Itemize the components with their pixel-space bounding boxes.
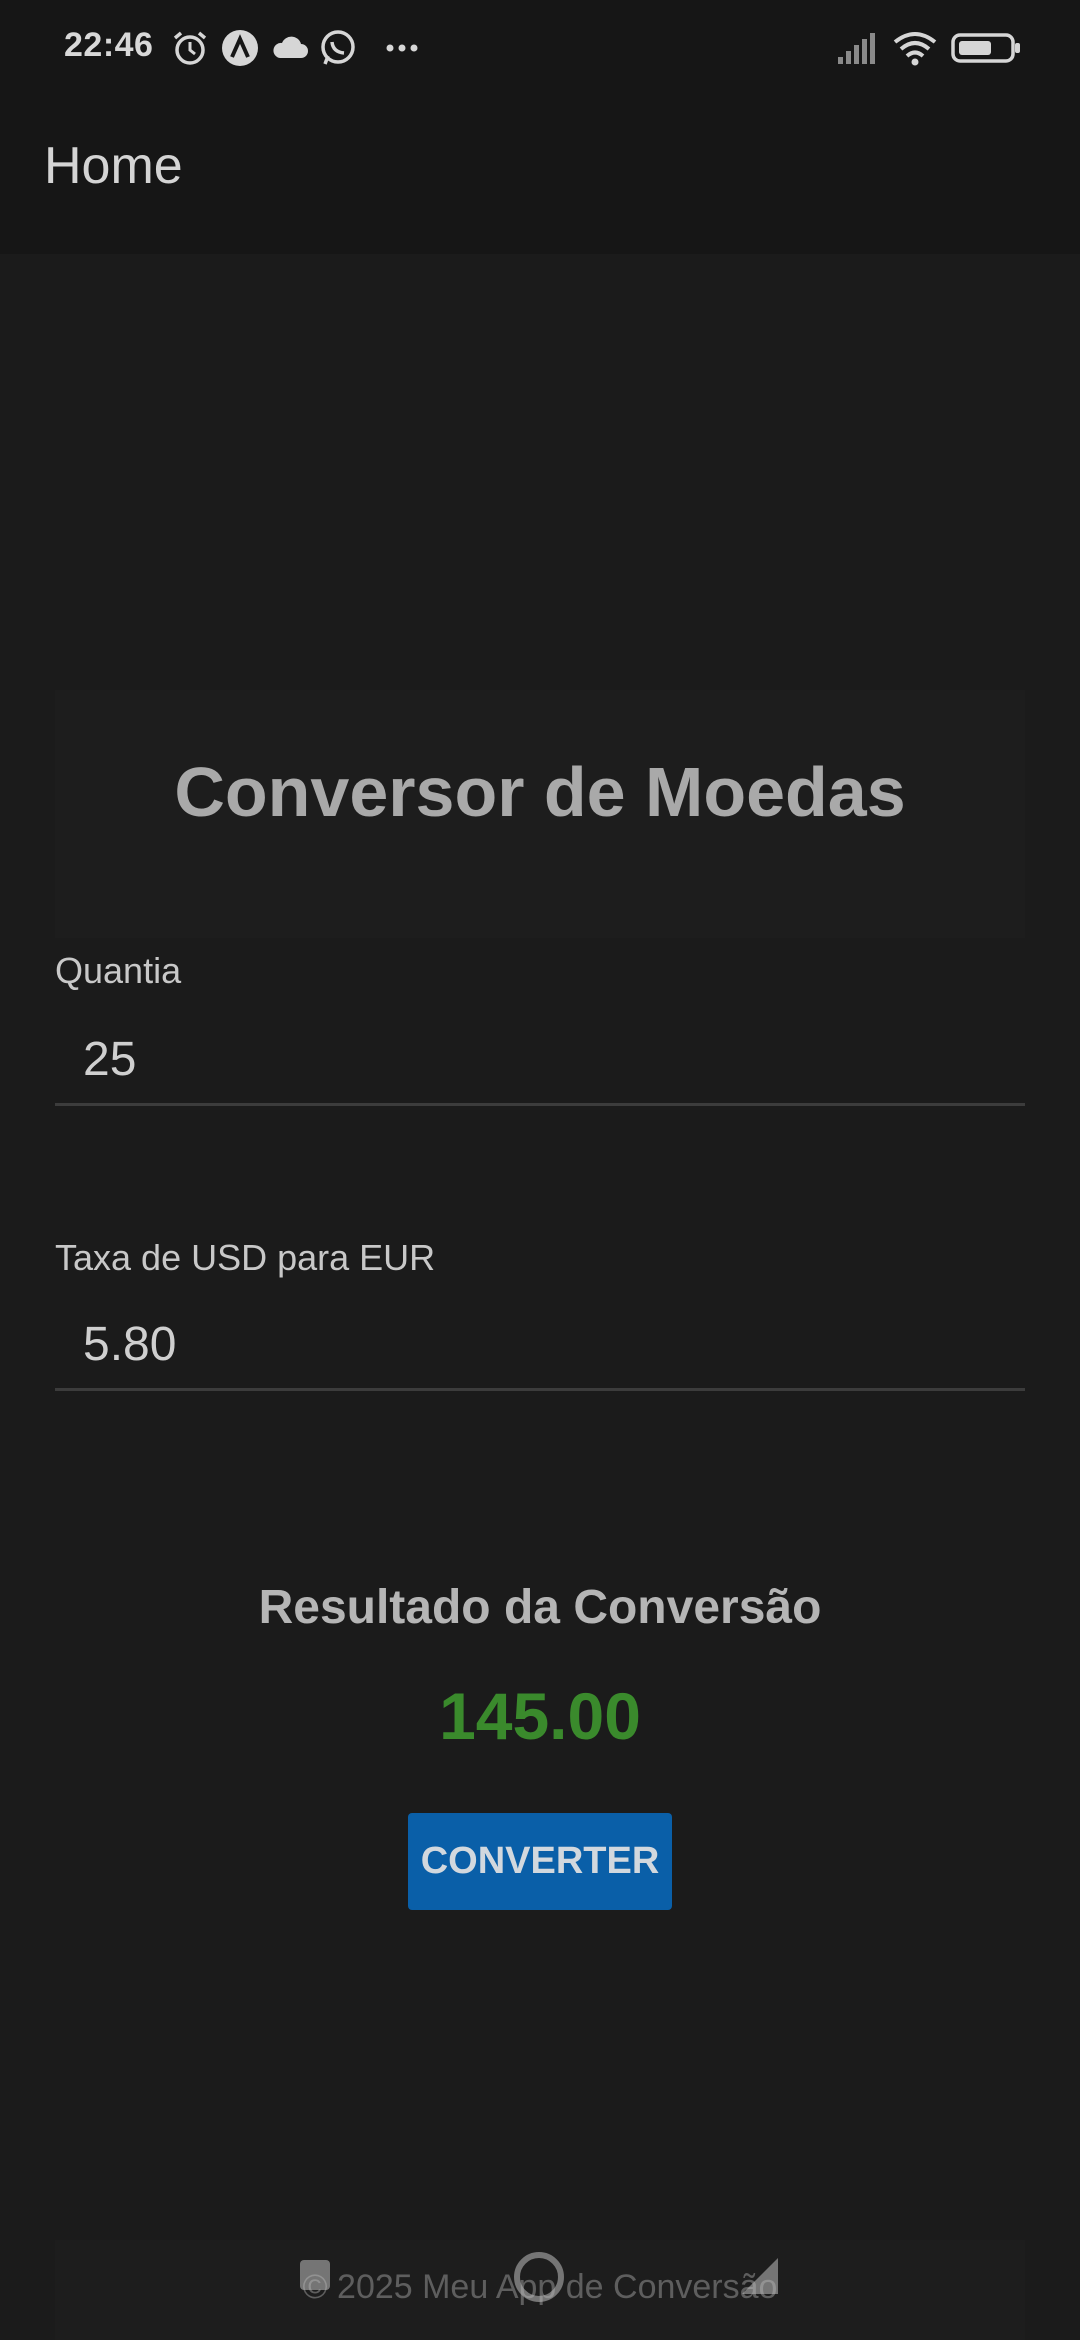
app-screen: 22:46 Home Conversor de Moedas Quantia 2… [0, 0, 1080, 2340]
whatsapp-icon [318, 28, 358, 68]
cloud-icon [270, 28, 310, 68]
app-bar: Home [0, 96, 1080, 254]
home-circle-icon[interactable] [512, 2250, 566, 2304]
more-icon [382, 28, 422, 68]
amount-label: Quantia [55, 950, 182, 991]
page-title: Conversor de Moedas [174, 753, 906, 831]
app-a-icon [220, 28, 260, 68]
rate-label: Taxa de USD para EUR [55, 1237, 436, 1278]
alarm-icon [170, 28, 210, 68]
amount-input[interactable] [55, 1016, 1025, 1106]
status-bar: 22:46 [0, 0, 1080, 96]
status-time: 22:46 [64, 26, 154, 64]
convert-button[interactable]: CONVERTER [408, 1813, 672, 1910]
battery-icon [950, 28, 1022, 68]
rate-input[interactable] [55, 1301, 1025, 1391]
back-triangle-icon[interactable] [740, 2256, 780, 2296]
result-title: Resultado da Conversão [258, 1581, 822, 1634]
wifi-icon [892, 28, 938, 68]
app-bar-title: Home [44, 137, 183, 195]
signal-icon [836, 28, 876, 68]
header-card: Conversor de Moedas [55, 690, 1025, 938]
result-value: 145.00 [439, 1679, 641, 1753]
recents-square-icon[interactable] [298, 2258, 332, 2292]
